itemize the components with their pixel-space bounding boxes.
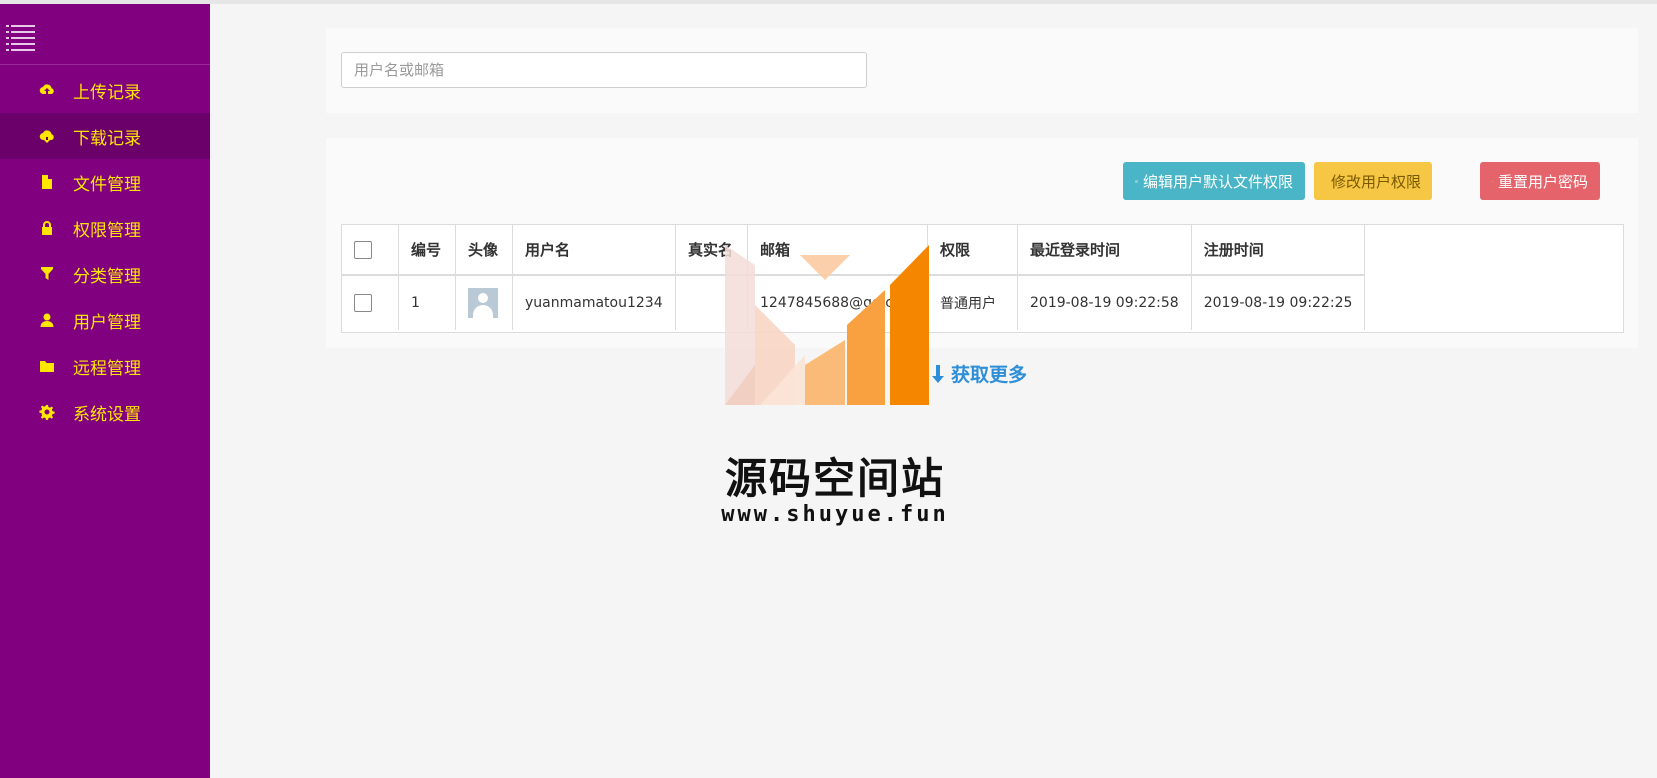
select-all-cell [342,225,399,276]
cell-username: yuanmamatou1234 [512,275,676,330]
sidebar-item-permission-management[interactable]: 权限管理 [0,205,210,251]
column-header-username[interactable]: 用户名 [512,225,676,276]
sidebar: 上传记录 下载记录 文件管理 权限管理 分类管理 用户管理 远程管理 系统设置 [0,4,210,778]
sidebar-item-user-management[interactable]: 用户管理 [0,297,210,343]
watermark-logo [725,245,929,405]
sidebar-item-file-management[interactable]: 文件管理 [0,159,210,205]
select-all-checkbox[interactable] [354,240,372,259]
sidebar-item-category-management[interactable]: 分类管理 [0,251,210,297]
sidebar-item-label: 下载记录 [73,128,141,149]
sidebar-item-remote-management[interactable]: 远程管理 [0,343,210,389]
lock-icon [38,219,56,237]
sidebar-item-label: 用户管理 [73,312,141,333]
load-more-label: 获取更多 [951,364,1028,386]
cell-id: 1 [398,275,456,330]
file-icon [38,173,56,191]
cloud-upload-icon [38,81,56,99]
filter-icon [38,265,56,283]
warning-icon [1492,180,1493,182]
avatar [468,288,498,318]
gear-icon [38,403,56,421]
edit-default-file-permission-button[interactable]: 编辑用户默认文件权限 [1123,162,1305,200]
edit-icon [1135,179,1138,183]
button-label: 修改用户权限 [1331,172,1422,191]
sidebar-nav: 上传记录 下载记录 文件管理 权限管理 分类管理 用户管理 远程管理 系统设置 [0,67,210,435]
user-icon [38,311,56,329]
menu-toggle-icon[interactable] [6,22,36,51]
sidebar-item-label: 分类管理 [73,266,141,287]
modify-user-permission-button[interactable]: 修改用户权限 [1314,162,1432,200]
cloud-download-icon [38,127,56,145]
column-header-last-login[interactable]: 最近登录时间 [1017,225,1192,276]
sidebar-divider [0,64,210,65]
top-border [0,0,1657,4]
sidebar-item-label: 权限管理 [73,220,141,241]
search-panel [326,28,1638,113]
watermark-url: www.shuyue.fun [721,502,949,527]
folder-icon [38,357,56,375]
column-header-registered[interactable]: 注册时间 [1191,225,1366,276]
reset-user-password-button[interactable]: 重置用户密码 [1480,162,1600,200]
row-select-cell [342,275,399,330]
row-checkbox[interactable] [354,294,372,312]
watermark-title: 源码空间站 [724,454,945,503]
column-header-avatar: 头像 [455,225,513,276]
sidebar-item-label: 上传记录 [73,82,141,103]
sidebar-item-download-records[interactable]: 下载记录 [0,113,210,159]
column-header-id[interactable]: 编号 [398,225,456,276]
sidebar-item-label: 远程管理 [73,358,141,379]
user-table: 编号 头像 用户名 真实名 邮箱 权限 最近登录时间 注册时间 1 yuanma… [341,224,1624,333]
sidebar-item-system-settings[interactable]: 系统设置 [0,389,210,435]
user-table-panel: 编辑用户默认文件权限 修改用户权限 重置用户密码 编号 头像 用户名 真实名 邮… [326,138,1638,348]
search-input[interactable] [341,52,867,88]
sidebar-item-upload-records[interactable]: 上传记录 [0,67,210,113]
sidebar-item-label: 系统设置 [73,404,141,425]
cell-avatar [455,275,513,330]
cell-registered: 2019-08-19 09:22:25 [1191,275,1366,330]
cell-last-login: 2019-08-19 09:22:58 [1017,275,1192,330]
sidebar-item-label: 文件管理 [73,174,141,195]
button-label: 重置用户密码 [1497,172,1588,191]
button-label: 编辑用户默认文件权限 [1142,172,1293,191]
